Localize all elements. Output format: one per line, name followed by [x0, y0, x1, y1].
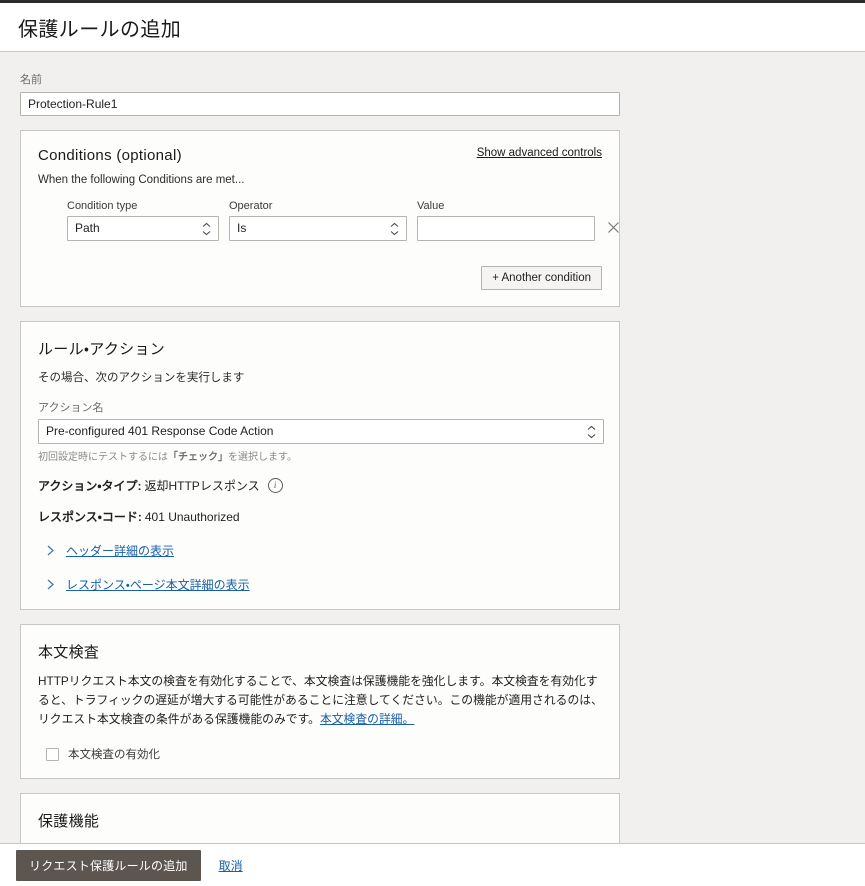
- enable-body-inspection-label: 本文検査の有効化: [68, 749, 160, 762]
- rule-action-subtitle: その場合、次のアクションを実行します: [38, 372, 245, 384]
- chevron-right-icon: [44, 545, 56, 556]
- response-code-key: レスポンス・コード:: [38, 510, 142, 524]
- protection-features-card: 保護機能: [20, 793, 620, 843]
- form-content-column: 名前 Conditions (optional) Show advanced c…: [0, 53, 625, 843]
- add-request-protection-rule-button[interactable]: リクエスト保護ルールの追加: [16, 849, 201, 881]
- updown-chevron-icon: [390, 222, 399, 235]
- action-name-label: アクション名: [38, 402, 104, 414]
- operator-value: Is: [237, 221, 247, 235]
- value-field: Value: [417, 200, 595, 241]
- action-type-key: アクション・タイプ:: [38, 479, 142, 493]
- condition-type-label: Condition type: [67, 200, 138, 212]
- remove-condition-button[interactable]: [607, 216, 620, 241]
- protection-features-title: 保護機能: [38, 813, 100, 831]
- name-input[interactable]: [20, 92, 620, 116]
- response-code-value: 401 Unauthorized: [144, 509, 240, 524]
- conditions-subtitle: When the following Conditions are met...: [38, 174, 245, 186]
- dialog-scroll-body[interactable]: 名前 Conditions (optional) Show advanced c…: [0, 53, 865, 843]
- action-type-line: アクション・タイプ: 返却HTTPレスポンス i: [38, 477, 602, 494]
- body-inspection-card: 本文検査 HTTPリクエスト本文の検査を有効化することで、本文検査は保護機能を強…: [20, 624, 620, 780]
- condition-type-field: Condition type Path: [67, 200, 219, 241]
- info-icon[interactable]: i: [267, 478, 283, 493]
- dialog-header: 保護ルールの追加: [0, 3, 865, 52]
- operator-label: Operator: [229, 200, 273, 212]
- conditions-header-row: Conditions (optional) Show advanced cont…: [38, 147, 602, 174]
- conditions-card: Conditions (optional) Show advanced cont…: [20, 130, 620, 307]
- hint-bold: 「チェック」: [168, 452, 228, 463]
- rule-action-title: ルール・アクション: [38, 341, 166, 358]
- body-inspection-description: HTTPリクエスト本文の検査を有効化することで、本文検査は保護機能を強化します。…: [38, 672, 604, 729]
- action-type-value: 返却HTTPレスポンス: [144, 479, 260, 493]
- body-inspection-learn-more-link[interactable]: 本文検査の詳細。: [320, 712, 414, 726]
- condition-type-select[interactable]: Path: [67, 216, 219, 241]
- response-body-details-disclosure[interactable]: レスポンス・ページ本文詳細の表示: [38, 576, 602, 593]
- add-another-condition-button[interactable]: + Another condition: [481, 266, 602, 290]
- page-title: 保護ルールの追加: [18, 18, 182, 41]
- hint-suffix: を選択します。: [228, 452, 297, 463]
- header-details-link[interactable]: ヘッダー詳細の表示: [66, 542, 174, 559]
- action-name-hint: 初回設定時にテストするには「チェック」を選択します。: [38, 448, 602, 463]
- action-name-value: Pre-configured 401 Response Code Action: [46, 424, 274, 438]
- response-body-details-link[interactable]: レスポンス・ページ本文詳細の表示: [66, 576, 250, 593]
- name-field-block: 名前: [0, 53, 625, 116]
- dialog-footer: リクエスト保護ルールの追加 取消: [0, 843, 865, 886]
- body-inspection-title: 本文検査: [38, 644, 100, 661]
- value-label: Value: [417, 200, 445, 212]
- enable-body-inspection-row[interactable]: 本文検査の有効化: [38, 746, 602, 762]
- header-details-disclosure[interactable]: ヘッダー詳細の表示: [38, 542, 602, 559]
- enable-body-inspection-checkbox[interactable]: [46, 747, 59, 761]
- cancel-link[interactable]: 取消: [219, 857, 243, 874]
- chevron-right-icon: [44, 579, 56, 590]
- conditions-actions: + Another condition: [38, 266, 602, 290]
- close-icon: [607, 221, 620, 237]
- updown-chevron-icon: [587, 425, 596, 438]
- hint-prefix: 初回設定時にテストするには: [38, 452, 168, 463]
- conditions-title: Conditions (optional): [38, 147, 182, 164]
- operator-field: Operator Is: [229, 200, 407, 241]
- condition-value-input[interactable]: [417, 216, 595, 241]
- action-name-select[interactable]: Pre-configured 401 Response Code Action: [38, 419, 604, 444]
- name-field-label: 名前: [20, 74, 42, 86]
- rule-action-card: ルール・アクション その場合、次のアクションを実行します アクション名 Pre-…: [20, 321, 620, 610]
- updown-chevron-icon: [202, 222, 211, 235]
- condition-row: Condition type Path Operator Is Value: [38, 200, 619, 241]
- condition-type-value: Path: [75, 221, 100, 235]
- show-advanced-controls-link[interactable]: Show advanced controls: [477, 147, 602, 159]
- add-protection-rule-dialog: 保護ルールの追加 名前 Conditions (optional) Show a…: [0, 3, 865, 886]
- response-code-line: レスポンス・コード: 401 Unauthorized: [38, 508, 602, 525]
- operator-select[interactable]: Is: [229, 216, 407, 241]
